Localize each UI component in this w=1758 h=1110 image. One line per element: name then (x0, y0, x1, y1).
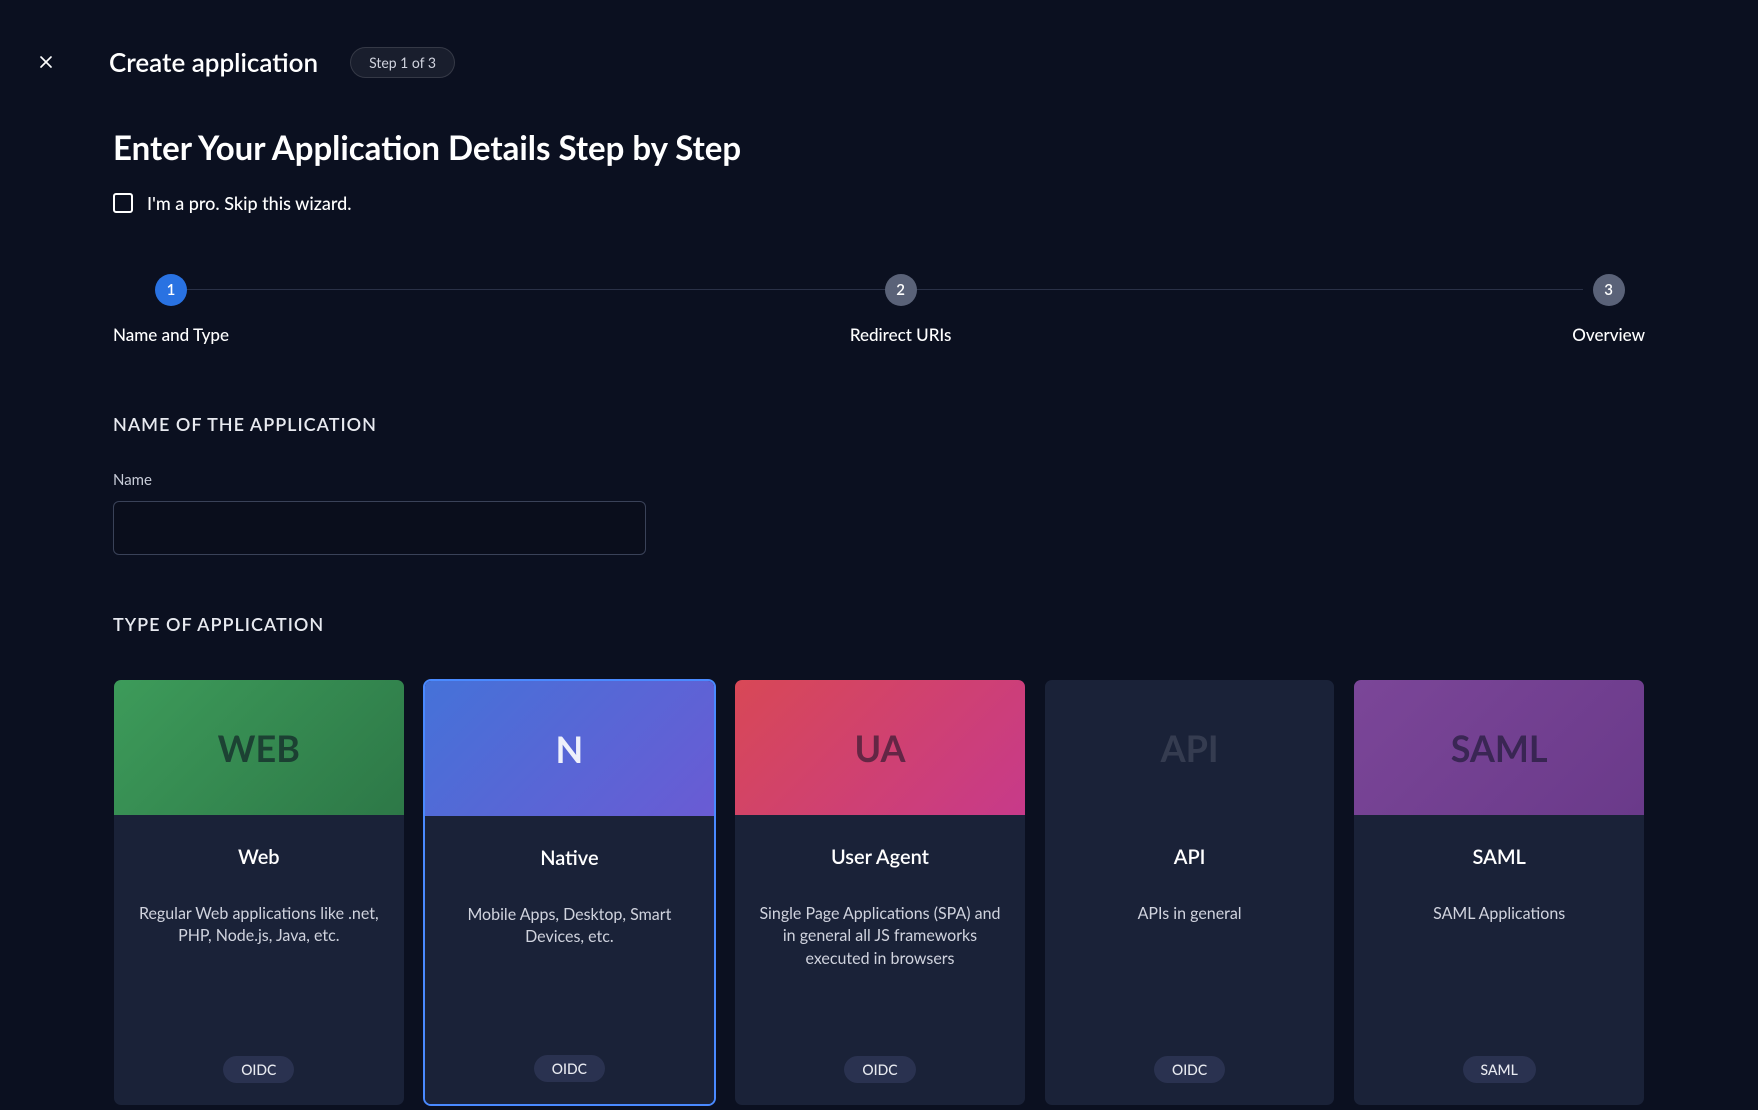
card-native-body: Native Mobile Apps, Desktop, Smart Devic… (425, 816, 715, 1104)
step-circle-2: 2 (885, 274, 917, 306)
card-ua-body: User Agent Single Page Applications (SPA… (735, 815, 1025, 1105)
page-title: Create application (109, 46, 318, 78)
card-native[interactable]: N Native Mobile Apps, Desktop, Smart Dev… (423, 679, 717, 1106)
card-web-banner: WEB (114, 680, 404, 815)
card-web-tag: OIDC (223, 1056, 294, 1083)
card-saml-tag: SAML (1463, 1056, 1536, 1083)
card-web-body: Web Regular Web applications like .net, … (114, 815, 404, 1105)
card-api-tag: OIDC (1154, 1056, 1225, 1083)
close-button[interactable] (34, 50, 58, 74)
step-badge: Step 1 of 3 (350, 47, 455, 78)
name-section-title: NAME OF THE APPLICATION (113, 413, 1645, 435)
card-native-tag: OIDC (534, 1055, 605, 1082)
card-saml-desc: SAML Applications (1433, 903, 1565, 1036)
card-saml-banner: SAML (1354, 680, 1644, 815)
card-ua-banner: UA (735, 680, 1025, 815)
stepper: 1 Name and Type 2 Redirect URIs 3 Overvi… (113, 274, 1645, 345)
type-section-title: TYPE OF APPLICATION (113, 613, 1645, 635)
name-input[interactable] (113, 501, 646, 555)
card-api-desc: APIs in general (1138, 903, 1242, 1036)
card-api[interactable]: API API APIs in general OIDC (1044, 679, 1336, 1106)
step-circle-1: 1 (155, 274, 187, 306)
close-icon (36, 52, 56, 72)
card-saml[interactable]: SAML SAML SAML Applications SAML (1353, 679, 1645, 1106)
card-native-title: Native (540, 846, 598, 870)
card-api-body: API APIs in general OIDC (1045, 815, 1335, 1105)
card-web[interactable]: WEB Web Regular Web applications like .n… (113, 679, 405, 1106)
card-api-banner: API (1045, 680, 1335, 815)
card-web-title: Web (238, 845, 280, 869)
step-label-1: Name and Type (113, 324, 229, 345)
type-cards: WEB Web Regular Web applications like .n… (113, 679, 1645, 1106)
card-saml-title: SAML (1472, 845, 1525, 869)
card-native-banner: N (425, 681, 715, 816)
step-circle-3: 3 (1593, 274, 1625, 306)
card-user-agent[interactable]: UA User Agent Single Page Applications (… (734, 679, 1026, 1106)
card-saml-body: SAML SAML Applications SAML (1354, 815, 1644, 1105)
card-ua-tag: OIDC (844, 1056, 915, 1083)
card-ua-desc: Single Page Applications (SPA) and in ge… (755, 903, 1005, 1036)
step-overview[interactable]: 3 Overview (1572, 274, 1645, 345)
card-web-desc: Regular Web applications like .net, PHP,… (134, 903, 384, 1036)
card-native-desc: Mobile Apps, Desktop, Smart Devices, etc… (445, 904, 695, 1035)
name-field-label: Name (113, 471, 1645, 489)
skip-wizard-label: I'm a pro. Skip this wizard. (147, 192, 352, 214)
subtitle: Enter Your Application Details Step by S… (113, 128, 1645, 168)
skip-wizard-checkbox[interactable] (113, 193, 133, 213)
step-name-and-type[interactable]: 1 Name and Type (113, 274, 229, 345)
step-label-3: Overview (1572, 324, 1645, 345)
step-redirect-uris[interactable]: 2 Redirect URIs (850, 274, 952, 345)
card-ua-title: User Agent (831, 845, 929, 869)
step-label-2: Redirect URIs (850, 324, 952, 345)
card-api-title: API (1174, 845, 1206, 869)
